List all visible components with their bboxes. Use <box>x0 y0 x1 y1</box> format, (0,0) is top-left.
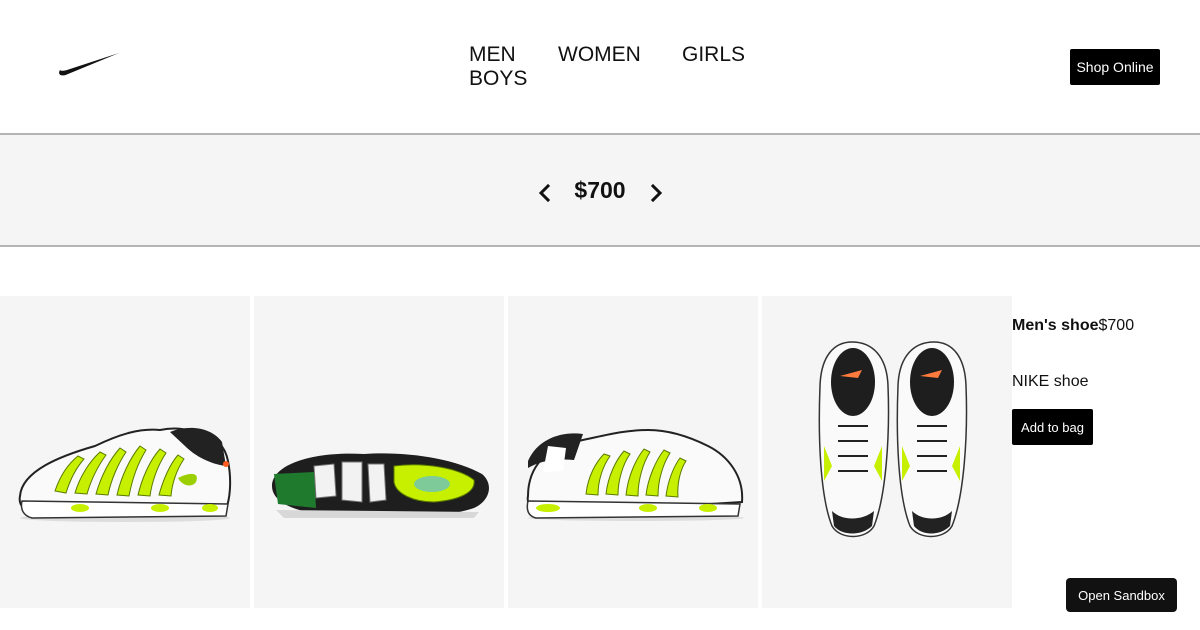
nike-swoosh-icon[interactable] <box>58 53 120 77</box>
product-image-side[interactable] <box>0 296 250 608</box>
nav-link-girls[interactable]: GIRLS <box>682 43 745 67</box>
site-header: MEN WOMEN GIRLS BOYS Shop Online <box>0 0 1200 133</box>
shop-online-button[interactable]: Shop Online <box>1070 49 1160 85</box>
nav-link-men[interactable]: MEN <box>469 43 516 67</box>
add-to-bag-button[interactable]: Add to bag <box>1012 409 1093 445</box>
product-info: Men's shoe$700 NIKE shoe Add to bag <box>1012 316 1192 445</box>
shoe-pair-top-icon <box>818 341 968 538</box>
nav-link-women[interactable]: WOMEN <box>558 43 641 67</box>
price-selector: $700 <box>0 133 1200 247</box>
product-image-sole[interactable] <box>254 296 504 608</box>
chevron-left-icon[interactable] <box>537 182 553 204</box>
product-image-top[interactable] <box>762 296 1012 608</box>
product-description: NIKE shoe <box>1012 373 1089 390</box>
shoe-sole-icon <box>272 453 489 518</box>
shoe-side-icon <box>18 427 232 522</box>
product-name: Men's shoe <box>1012 317 1099 334</box>
shoe-side-icon <box>526 428 744 521</box>
price-value: $700 <box>574 177 626 203</box>
product-price: $700 <box>1098 317 1135 334</box>
product-image-side-alt[interactable] <box>508 296 758 608</box>
product-title-line: Men's shoe$700 <box>1012 316 1192 336</box>
open-sandbox-button[interactable]: Open Sandbox <box>1066 578 1177 612</box>
chevron-right-icon[interactable] <box>648 182 664 204</box>
nav-link-boys[interactable]: BOYS <box>469 67 527 91</box>
